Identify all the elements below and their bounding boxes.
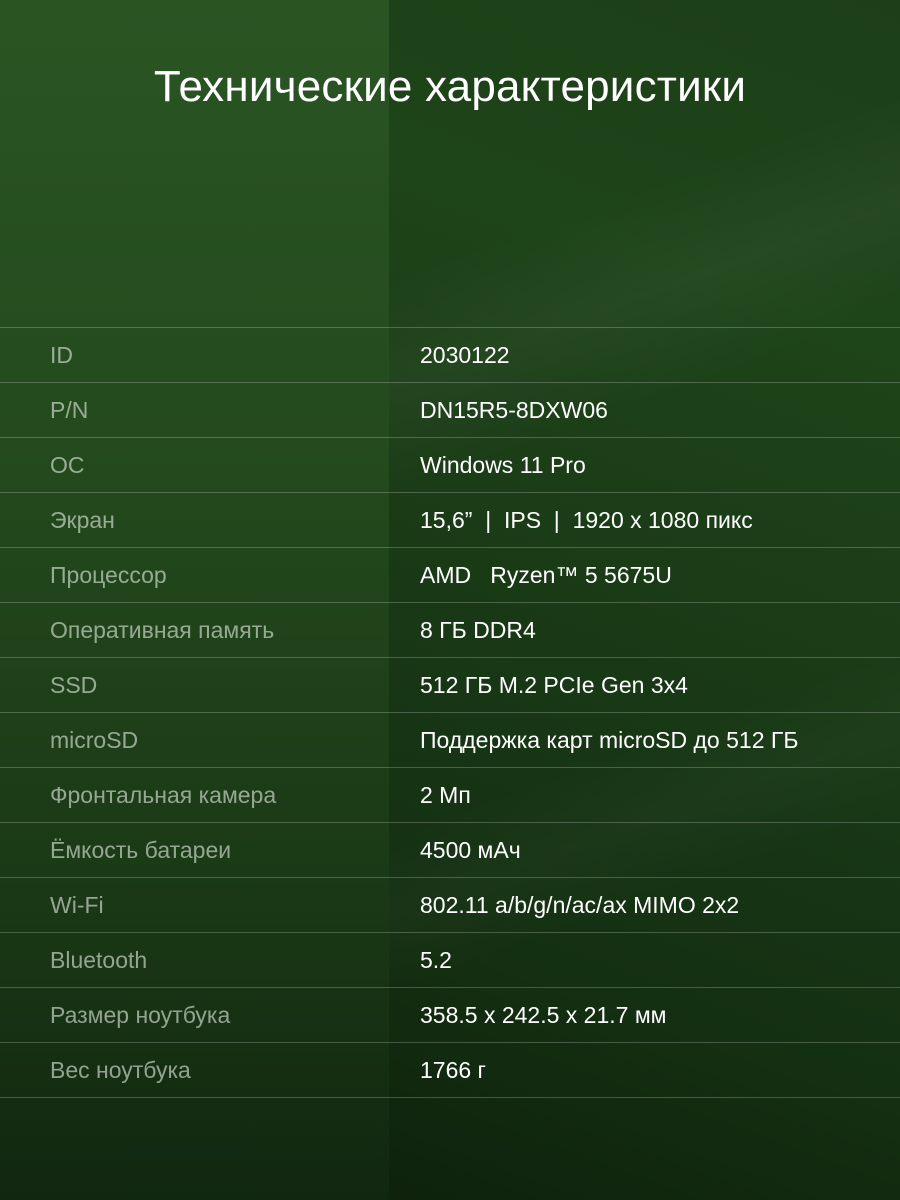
spec-value: AMD Ryzen™ 5 5675U [420,561,672,588]
spec-value: 358.5 x 242.5 x 21.7 мм [420,1001,667,1028]
spec-row-ram: Оперативная память 8 ГБ DDR4 [0,603,900,658]
spec-label: P/N [50,396,89,423]
spec-value: DN15R5-8DXW06 [420,396,608,423]
spec-label: SSD [50,671,98,698]
spec-row-microsd: microSD Поддержка карт microSD до 512 ГБ [0,713,900,768]
spec-label: ID [50,341,73,368]
spec-label: Вес ноутбука [50,1056,191,1083]
spec-row-processor: Процессор AMD Ryzen™ 5 5675U [0,548,900,603]
spec-label: Фронтальная камера [50,781,277,808]
spec-value: 8 ГБ DDR4 [420,616,536,643]
spec-row-part-number: P/N DN15R5-8DXW06 [0,383,900,438]
page-title: Технические характеристики [153,62,747,111]
spec-row-bluetooth: Bluetooth 5.2 [0,933,900,988]
spec-value: 2030122 [420,341,510,368]
spec-row-weight: Вес ноутбука 1766 г [0,1043,900,1098]
spec-row-wifi: Wi-Fi 802.11 a/b/g/n/ac/ax MIMO 2x2 [0,878,900,933]
spec-value: Поддержка карт microSD до 512 ГБ [420,726,799,753]
spec-label: Оперативная память [50,616,275,643]
spec-row-id: ID 2030122 [0,328,900,383]
spec-row-dimensions: Размер ноутбука 358.5 x 242.5 x 21.7 мм [0,988,900,1043]
spec-label: Размер ноутбука [50,1001,231,1028]
spec-value: 2 Мп [420,781,471,808]
spec-label: microSD [50,726,139,753]
spec-label: Экран [50,506,115,533]
spec-value: 5.2 [420,946,452,973]
spec-label: Bluetooth [50,946,148,973]
spec-table: ID 2030122 P/N DN15R5-8DXW06 ОС Windows … [0,327,900,1098]
spec-label: Процессор [50,561,167,588]
spec-label: Ёмкость батареи [50,836,232,863]
spec-label: Wi-Fi [50,891,104,918]
spec-value: Windows 11 Pro [420,451,586,478]
spec-row-ssd: SSD 512 ГБ M.2 PCIe Gen 3x4 [0,658,900,713]
spec-label: ОС [50,451,85,478]
spec-row-battery: Ёмкость батареи 4500 мАч [0,823,900,878]
spec-value: 512 ГБ M.2 PCIe Gen 3x4 [420,671,688,698]
spec-row-screen: Экран 15,6” | IPS | 1920 x 1080 пикс [0,493,900,548]
spec-row-os: ОС Windows 11 Pro [0,438,900,493]
spec-value: 15,6” | IPS | 1920 x 1080 пикс [420,506,753,533]
spec-row-front-camera: Фронтальная камера 2 Мп [0,768,900,823]
spec-value: 802.11 a/b/g/n/ac/ax MIMO 2x2 [420,891,740,918]
spec-value: 1766 г [420,1056,486,1083]
spec-value: 4500 мАч [420,836,521,863]
